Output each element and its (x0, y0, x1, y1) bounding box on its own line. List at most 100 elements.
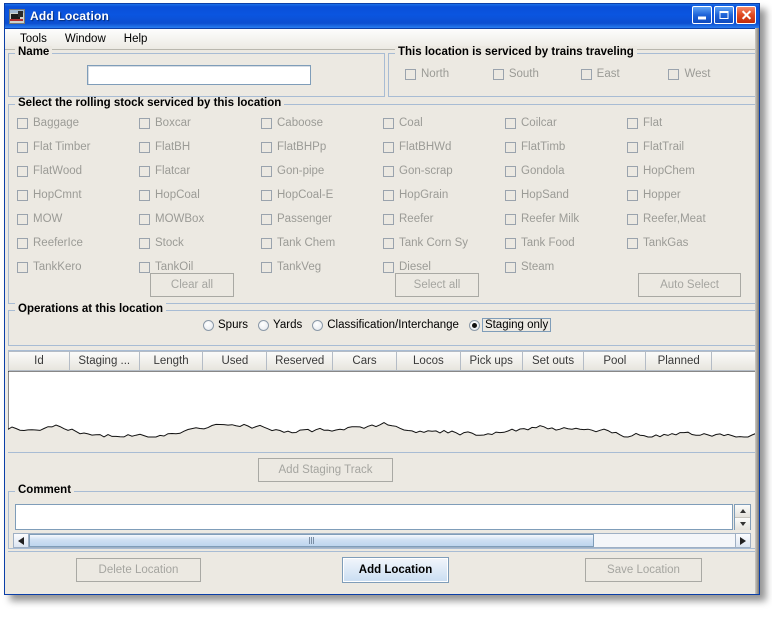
checkbox-hopcoal-e[interactable]: HopCoal-E (261, 189, 383, 201)
column-header-blank[interactable] (712, 351, 756, 371)
menu-tools[interactable]: Tools (11, 31, 56, 47)
checkbox-box-icon (139, 190, 150, 201)
checkbox-box-icon (139, 118, 150, 129)
checkbox-hopgrain[interactable]: HopGrain (383, 189, 505, 201)
location-name-input[interactable] (87, 65, 311, 85)
auto-select-button[interactable]: Auto Select (638, 273, 741, 297)
checkbox-flattimb[interactable]: FlatTimb (505, 141, 627, 153)
column-header-pool[interactable]: Pool (584, 351, 646, 371)
checkbox-flatcar[interactable]: Flatcar (139, 165, 261, 177)
checkbox-hopcoal[interactable]: HopCoal (139, 189, 261, 201)
column-header-length[interactable]: Length (140, 351, 204, 371)
checkbox-label: Flat Timber (33, 141, 91, 153)
checkbox-north[interactable]: North (405, 68, 493, 80)
column-header-cars[interactable]: Cars (333, 351, 397, 371)
comment-input[interactable] (15, 504, 733, 530)
column-header-pick-ups[interactable]: Pick ups (461, 351, 523, 371)
checkbox-hopsand[interactable]: HopSand (505, 189, 627, 201)
checkbox-box-icon (261, 142, 272, 153)
checkbox-hopchem[interactable]: HopChem (627, 165, 749, 177)
checkbox-flatbhpp[interactable]: FlatBHPp (261, 141, 383, 153)
checkbox-hopper[interactable]: Hopper (627, 189, 749, 201)
radio-yards[interactable]: Yards (258, 319, 302, 331)
checkbox-tank-food[interactable]: Tank Food (505, 237, 627, 249)
checkbox-steam[interactable]: Steam (505, 261, 627, 273)
select-all-button[interactable]: Select all (395, 273, 479, 297)
column-header-set-outs[interactable]: Set outs (523, 351, 585, 371)
add-staging-track-button[interactable]: Add Staging Track (258, 458, 393, 482)
checkbox-tankoil[interactable]: TankOil (139, 261, 261, 273)
track-table-body (8, 371, 756, 451)
comment-horizontal-scrollbar[interactable] (13, 533, 751, 548)
column-header-staging-[interactable]: Staging ... (70, 351, 140, 371)
menu-help[interactable]: Help (115, 31, 157, 47)
menu-window[interactable]: Window (56, 31, 115, 47)
column-header-locos[interactable]: Locos (397, 351, 461, 371)
checkbox-coilcar[interactable]: Coilcar (505, 117, 627, 129)
comment-vertical-scrollbar[interactable] (734, 504, 751, 530)
checkbox-label: Reefer Milk (521, 213, 579, 225)
checkbox-boxcar[interactable]: Boxcar (139, 117, 261, 129)
menu-bar: Tools Window Help (5, 29, 759, 50)
checkbox-diesel[interactable]: Diesel (383, 261, 505, 273)
checkbox-coal[interactable]: Coal (383, 117, 505, 129)
checkbox-gondola[interactable]: Gondola (505, 165, 627, 177)
radio-circle-icon (258, 320, 269, 331)
checkbox-caboose[interactable]: Caboose (261, 117, 383, 129)
clear-all-button[interactable]: Clear all (150, 273, 234, 297)
checkbox-tankgas[interactable]: TankGas (627, 237, 749, 249)
checkbox-gon-pipe[interactable]: Gon-pipe (261, 165, 383, 177)
window-right-edge (755, 28, 759, 594)
close-button[interactable] (736, 6, 756, 24)
checkbox-flat-timber[interactable]: Flat Timber (17, 141, 139, 153)
checkbox-south[interactable]: South (493, 68, 581, 80)
column-header-id[interactable]: Id (8, 351, 70, 371)
radio-staging-only[interactable]: Staging only (469, 319, 549, 331)
checkbox-flatwood[interactable]: FlatWood (17, 165, 139, 177)
scrollbar-track[interactable] (29, 534, 735, 547)
radio-spurs[interactable]: Spurs (203, 319, 248, 331)
checkbox-reefer-milk[interactable]: Reefer Milk (505, 213, 627, 225)
column-header-used[interactable]: Used (203, 351, 267, 371)
checkbox-tank-chem[interactable]: Tank Chem (261, 237, 383, 249)
checkbox-flat[interactable]: Flat (627, 117, 749, 129)
column-header-reserved[interactable]: Reserved (267, 351, 333, 371)
checkbox-label: Reefer (399, 213, 434, 225)
checkbox-reefer[interactable]: Reefer (383, 213, 505, 225)
checkbox-baggage[interactable]: Baggage (17, 117, 139, 129)
checkbox-box-icon (505, 118, 516, 129)
save-location-button[interactable]: Save Location (585, 558, 702, 582)
checkbox-hopcmnt[interactable]: HopCmnt (17, 189, 139, 201)
scroll-left-icon[interactable] (14, 534, 29, 547)
scroll-right-icon[interactable] (735, 534, 750, 547)
checkbox-flatbh[interactable]: FlatBH (139, 141, 261, 153)
scrollbar-thumb[interactable] (29, 534, 594, 547)
maximize-button[interactable] (714, 6, 734, 24)
checkbox-reeferice[interactable]: ReeferIce (17, 237, 139, 249)
checkbox-gon-scrap[interactable]: Gon-scrap (383, 165, 505, 177)
checkbox-label: FlatTimb (521, 141, 565, 153)
column-header-planned[interactable]: Planned (646, 351, 712, 371)
minimize-button[interactable] (692, 6, 712, 24)
checkbox-stock[interactable]: Stock (139, 237, 261, 249)
checkbox-box-icon (17, 238, 28, 249)
checkbox-mowbox[interactable]: MOWBox (139, 213, 261, 225)
checkbox-flattrail[interactable]: FlatTrail (627, 141, 749, 153)
direction-panel: This location is serviced by trains trav… (388, 53, 756, 97)
checkbox-flatbhwd[interactable]: FlatBHWd (383, 141, 505, 153)
radio-classification-interchange[interactable]: Classification/Interchange (312, 319, 459, 331)
checkbox-mow[interactable]: MOW (17, 213, 139, 225)
checkbox-east[interactable]: East (581, 68, 669, 80)
scroll-down-icon[interactable] (735, 517, 750, 530)
checkbox-tankkero[interactable]: TankKero (17, 261, 139, 273)
footer-button-bar: Delete Location Add Location Save Locati… (8, 551, 756, 588)
delete-location-button[interactable]: Delete Location (76, 558, 201, 582)
checkbox-passenger[interactable]: Passenger (261, 213, 383, 225)
checkbox-west[interactable]: West (668, 68, 756, 80)
radio-label: Yards (273, 319, 302, 331)
checkbox-reefer-meat[interactable]: Reefer,Meat (627, 213, 749, 225)
scroll-up-icon[interactable] (735, 505, 750, 517)
checkbox-tank-corn-sy[interactable]: Tank Corn Sy (383, 237, 505, 249)
checkbox-tankveg[interactable]: TankVeg (261, 261, 383, 273)
add-location-button[interactable]: Add Location (342, 557, 449, 583)
